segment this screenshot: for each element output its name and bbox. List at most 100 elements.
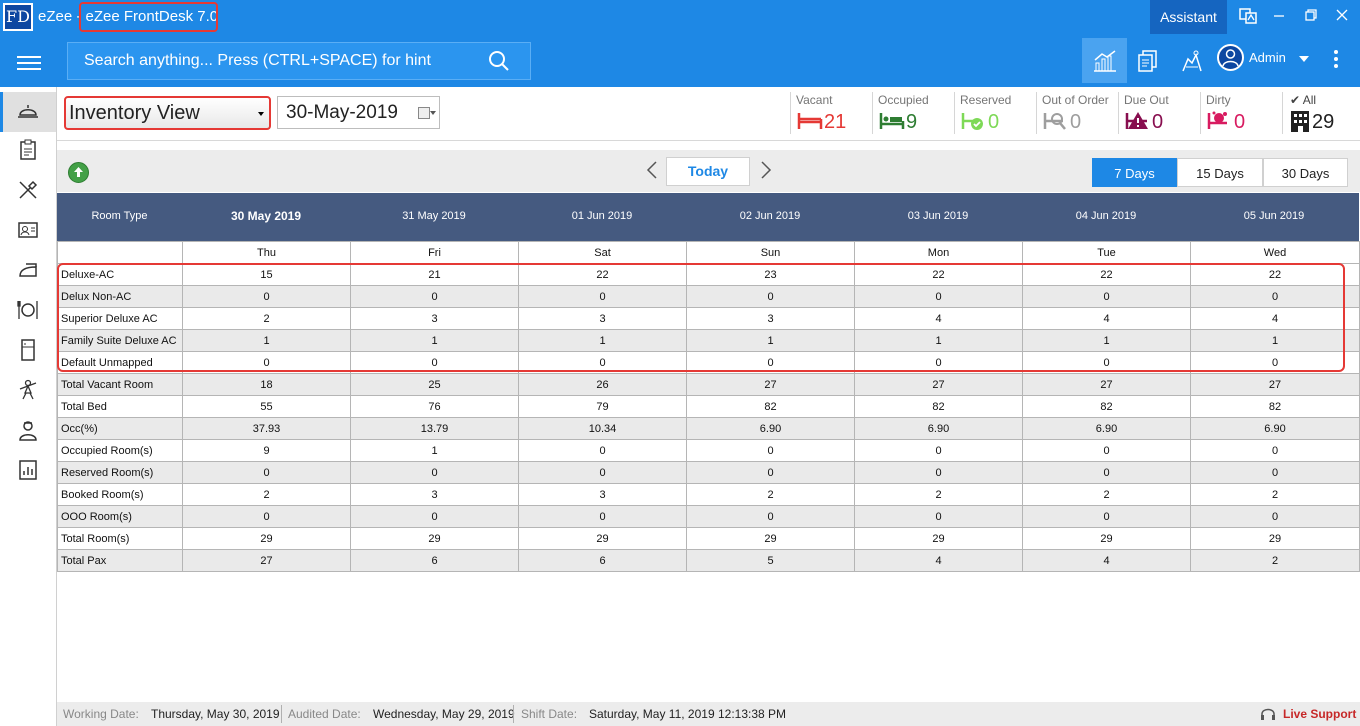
inventory-cell[interactable]: 37.93	[182, 417, 351, 440]
inventory-cell[interactable]: 1	[1022, 329, 1191, 352]
inventory-cell[interactable]: 3	[518, 483, 687, 506]
today-button[interactable]: Today	[666, 157, 750, 186]
inventory-cell[interactable]: 0	[350, 351, 519, 374]
inventory-cell[interactable]: 4	[1022, 307, 1191, 330]
inventory-cell[interactable]: 0	[518, 285, 687, 308]
inventory-cell[interactable]: 0	[518, 351, 687, 374]
inventory-cell[interactable]: 4	[854, 307, 1023, 330]
inventory-cell[interactable]: 0	[854, 285, 1023, 308]
inventory-cell[interactable]: 0	[854, 505, 1023, 528]
inventory-cell[interactable]: 0	[686, 505, 855, 528]
inventory-cell[interactable]: 21	[350, 263, 519, 286]
inventory-cell[interactable]: 0	[1022, 461, 1191, 484]
sidebar-item-restaurant[interactable]	[0, 292, 56, 332]
sidebar-item-tools[interactable]	[0, 172, 56, 212]
inventory-cell[interactable]: 27	[854, 373, 1023, 396]
inventory-cell[interactable]: 1	[686, 329, 855, 352]
inventory-cell[interactable]: 76	[350, 395, 519, 418]
inventory-cell[interactable]: 3	[350, 483, 519, 506]
sidebar-item-housekeeping[interactable]	[0, 372, 56, 412]
sidebar-item-minibar[interactable]	[0, 332, 56, 372]
inventory-cell[interactable]: 3	[518, 307, 687, 330]
hamburger-menu-icon[interactable]	[17, 56, 41, 70]
inventory-cell[interactable]: 22	[518, 263, 687, 286]
inventory-cell[interactable]: 2	[1022, 483, 1191, 506]
inventory-cell[interactable]: 22	[1190, 263, 1360, 286]
status-all[interactable]: ✔ All 29	[1282, 92, 1352, 134]
inventory-cell[interactable]: 82	[686, 395, 855, 418]
inventory-cell[interactable]: 0	[1022, 439, 1191, 462]
inventory-cell[interactable]: 0	[1022, 351, 1191, 374]
inventory-cell[interactable]: 1	[350, 439, 519, 462]
inventory-cell[interactable]: 0	[1190, 439, 1360, 462]
sidebar-item-guest-profile[interactable]	[0, 212, 56, 252]
range-30-days-button[interactable]: 30 Days	[1263, 158, 1348, 187]
inventory-cell[interactable]: 2	[182, 483, 351, 506]
documents-icon[interactable]	[1125, 38, 1170, 83]
sidebar-item-reservation[interactable]	[0, 132, 56, 172]
inventory-cell[interactable]: 0	[182, 351, 351, 374]
date-picker[interactable]: 30-May-2019	[277, 96, 440, 129]
sidebar-item-staff[interactable]	[0, 412, 56, 452]
status-out-of-order[interactable]: Out of Order 0	[1036, 92, 1116, 134]
headset-icon[interactable]	[1260, 706, 1275, 722]
inventory-cell[interactable]: 5	[686, 549, 855, 572]
inventory-cell[interactable]: 0	[686, 351, 855, 374]
calendar-icon[interactable]	[418, 107, 430, 119]
inventory-cell[interactable]: 29	[518, 527, 687, 550]
inventory-cell[interactable]: 0	[1022, 285, 1191, 308]
inventory-cell[interactable]: 0	[854, 439, 1023, 462]
inventory-cell[interactable]: 2	[686, 483, 855, 506]
inventory-cell[interactable]: 29	[1022, 527, 1191, 550]
inventory-cell[interactable]: 1	[350, 329, 519, 352]
inventory-cell[interactable]: 0	[1190, 351, 1360, 374]
inventory-cell[interactable]: 6	[350, 549, 519, 572]
inventory-cell[interactable]: 1	[1190, 329, 1360, 352]
inventory-cell[interactable]: 2	[182, 307, 351, 330]
status-dirty[interactable]: Dirty 0	[1200, 92, 1278, 134]
inventory-cell[interactable]: 6	[518, 549, 687, 572]
inventory-cell[interactable]: 27	[1190, 373, 1360, 396]
inventory-cell[interactable]: 29	[182, 527, 351, 550]
inventory-cell[interactable]: 29	[350, 527, 519, 550]
inventory-cell[interactable]: 55	[182, 395, 351, 418]
live-support-link[interactable]: Live Support	[1283, 707, 1356, 721]
inventory-cell[interactable]: 26	[518, 373, 687, 396]
language-icon[interactable]	[1237, 7, 1259, 27]
inventory-cell[interactable]: 29	[686, 527, 855, 550]
assistant-button[interactable]: Assistant	[1150, 0, 1227, 34]
inventory-cell[interactable]: 0	[518, 505, 687, 528]
range-15-days-button[interactable]: 15 Days	[1177, 158, 1263, 187]
inventory-cell[interactable]: 0	[1190, 285, 1360, 308]
range-7-days-button[interactable]: 7 Days	[1092, 158, 1177, 187]
inventory-cell[interactable]: 1	[518, 329, 687, 352]
close-icon[interactable]	[1331, 7, 1353, 27]
inventory-cell[interactable]: 2	[854, 483, 1023, 506]
inventory-cell[interactable]: 2	[1190, 549, 1360, 572]
sidebar-item-frontdesk[interactable]	[0, 92, 56, 132]
inventory-cell[interactable]: 29	[854, 527, 1023, 550]
inventory-cell[interactable]: 22	[1022, 263, 1191, 286]
inventory-cell[interactable]: 0	[350, 285, 519, 308]
inventory-cell[interactable]: 27	[686, 373, 855, 396]
inventory-cell[interactable]: 6.90	[1190, 417, 1360, 440]
minimize-icon[interactable]	[1268, 7, 1290, 27]
inventory-cell[interactable]: 1	[854, 329, 1023, 352]
inventory-cell[interactable]: 0	[1022, 505, 1191, 528]
inventory-cell[interactable]: 0	[350, 461, 519, 484]
inventory-cell[interactable]: 0	[1190, 505, 1360, 528]
inventory-cell[interactable]: 27	[182, 549, 351, 572]
status-occupied[interactable]: Occupied 9	[872, 92, 952, 134]
housekeeping-icon[interactable]	[1169, 38, 1214, 83]
inventory-cell[interactable]: 15	[182, 263, 351, 286]
inventory-cell[interactable]: 23	[686, 263, 855, 286]
inventory-cell[interactable]: 18	[182, 373, 351, 396]
restore-icon[interactable]	[1300, 7, 1322, 27]
inventory-cell[interactable]: 6.90	[854, 417, 1023, 440]
inventory-cell[interactable]: 10.34	[518, 417, 687, 440]
inventory-cell[interactable]: 29	[1190, 527, 1360, 550]
inventory-cell[interactable]: 13.79	[350, 417, 519, 440]
inventory-cell[interactable]: 82	[854, 395, 1023, 418]
sidebar-item-reports[interactable]	[0, 452, 56, 492]
search-icon[interactable]	[488, 50, 509, 71]
